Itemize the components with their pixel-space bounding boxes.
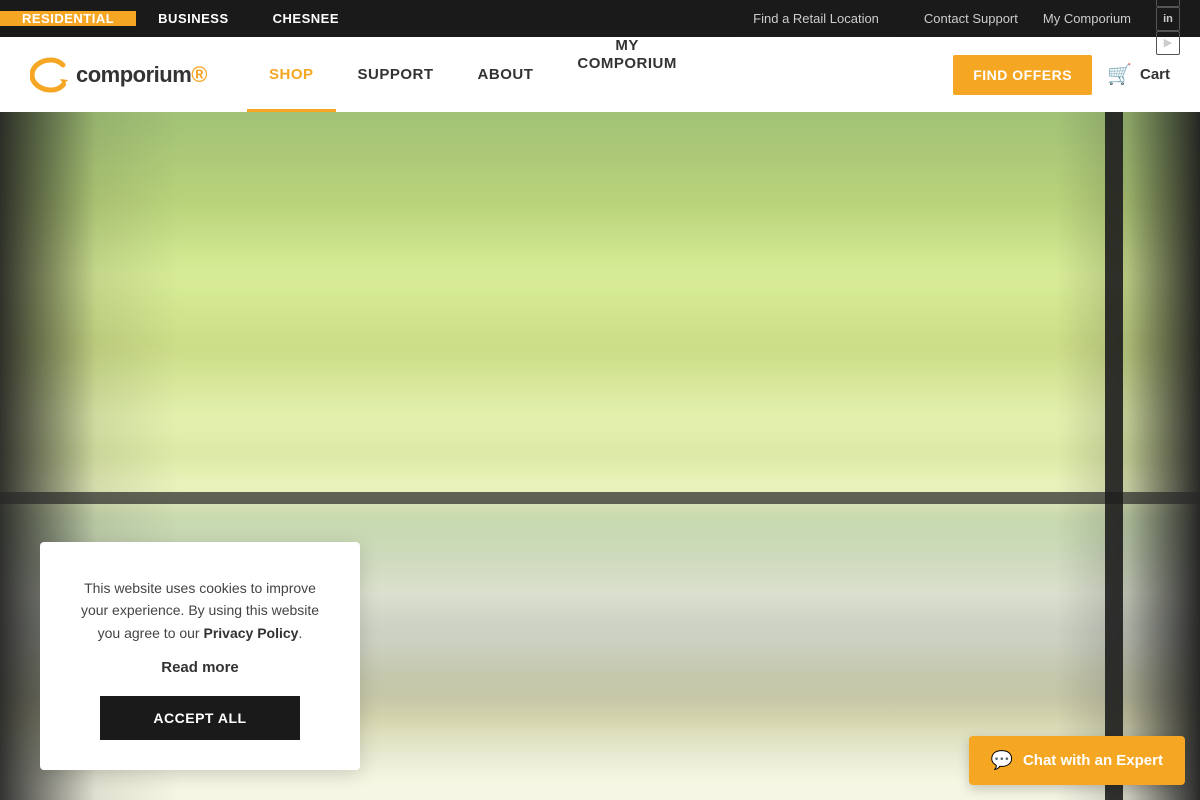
- cookie-message: This website uses cookies to improve you…: [70, 577, 330, 644]
- social-icons: f in ▶: [1156, 0, 1180, 55]
- accept-all-button[interactable]: ACCEPT ALL: [100, 696, 300, 740]
- tab-business[interactable]: BUSINESS: [136, 11, 250, 26]
- logo-text: comporium®: [76, 62, 207, 88]
- window-frame-horizontal: [0, 492, 1200, 504]
- contact-support-link[interactable]: Contact Support: [924, 11, 1018, 26]
- nav-about[interactable]: ABOUT: [456, 37, 556, 112]
- nav-support[interactable]: SUPPORT: [336, 37, 456, 112]
- tab-residential[interactable]: RESIDENTIAL: [0, 11, 136, 26]
- privacy-policy-link[interactable]: Privacy Policy: [204, 625, 299, 641]
- tab-bar: RESIDENTIAL BUSINESS CHESNEE: [0, 11, 361, 26]
- hero-section: This website uses cookies to improve you…: [0, 112, 1200, 800]
- find-retail-link[interactable]: Find a Retail Location: [733, 0, 899, 37]
- nav-my-comporium[interactable]: MY COMPORIUM: [555, 37, 699, 112]
- my-comporium-link[interactable]: My Comporium: [1043, 11, 1131, 26]
- cart-icon: 🛒: [1107, 62, 1132, 87]
- nav-links: SHOP SUPPORT ABOUT MY COMPORIUM: [247, 37, 953, 112]
- top-row: RESIDENTIAL BUSINESS CHESNEE Find a Reta…: [0, 0, 1200, 37]
- window-frame-vertical: [1105, 112, 1123, 800]
- tab-chesnee[interactable]: CHESNEE: [251, 11, 361, 26]
- find-offers-button[interactable]: FIND OFFERS: [953, 55, 1092, 95]
- linkedin-icon[interactable]: in: [1156, 7, 1180, 31]
- read-more-link[interactable]: Read more: [70, 659, 330, 676]
- logo-area: comporium®: [30, 56, 207, 94]
- cart-button[interactable]: 🛒 Cart: [1107, 62, 1170, 87]
- chat-label: Chat with an Expert: [1023, 752, 1163, 769]
- nav-right: FIND OFFERS 🛒 Cart: [953, 55, 1170, 95]
- logo-icon: [30, 56, 72, 94]
- cookie-popup: This website uses cookies to improve you…: [40, 542, 360, 770]
- youtube-icon[interactable]: ▶: [1156, 31, 1180, 55]
- chat-icon: 💬: [991, 750, 1013, 771]
- main-nav: comporium® SHOP SUPPORT ABOUT MY COMPORI…: [0, 37, 1200, 112]
- facebook-icon[interactable]: f: [1156, 0, 1180, 7]
- utility-bar: Find a Retail Location Contact Support M…: [733, 0, 1200, 37]
- logo[interactable]: comporium®: [30, 56, 207, 94]
- chat-widget[interactable]: 💬 Chat with an Expert: [969, 736, 1185, 785]
- top-section: RESIDENTIAL BUSINESS CHESNEE Find a Reta…: [0, 0, 1200, 37]
- nav-shop[interactable]: SHOP: [247, 37, 336, 112]
